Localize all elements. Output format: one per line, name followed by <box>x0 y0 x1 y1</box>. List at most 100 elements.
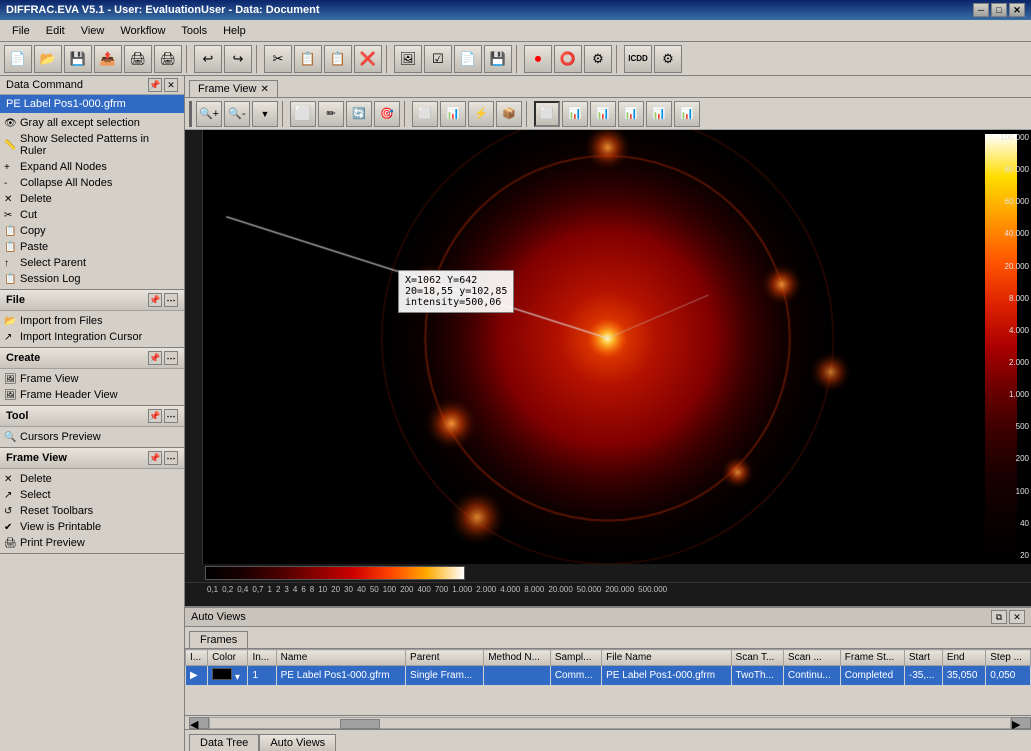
toolbar-undo[interactable]: ↩ <box>194 45 222 73</box>
toolbar-circle[interactable]: ⭕ <box>554 45 582 73</box>
fv-zoom-dropdown[interactable]: ▼ <box>252 101 278 127</box>
fv-fit[interactable]: ⬜ <box>290 101 316 127</box>
minimize-button[interactable]: ─ <box>973 3 989 17</box>
col-i[interactable]: I... <box>186 650 208 666</box>
toolbar-paste[interactable]: 📋 <box>324 45 352 73</box>
tool-more[interactable]: ⋯ <box>164 409 178 423</box>
fv-zoom-out[interactable]: 🔍- <box>224 101 250 127</box>
menu-expand-all[interactable]: +Expand All Nodes <box>0 159 184 175</box>
toolbar-export[interactable]: 📤 <box>94 45 122 73</box>
menu-workflow[interactable]: Workflow <box>112 23 173 39</box>
fv-rotate[interactable]: 🔄 <box>346 101 372 127</box>
menu-file[interactable]: File <box>4 23 38 39</box>
create-pin[interactable]: 📌 <box>148 351 162 365</box>
fv-lightning[interactable]: ⚡ <box>468 101 494 127</box>
col-framest[interactable]: Frame St... <box>840 650 904 666</box>
menu-session-log[interactable]: 📋Session Log <box>0 271 184 287</box>
fv-chart5[interactable]: 📊 <box>646 101 672 127</box>
scroll-right-btn[interactable]: ▶ <box>1011 717 1031 729</box>
fv-chart6[interactable]: 📊 <box>674 101 700 127</box>
menu-tools[interactable]: Tools <box>173 23 215 39</box>
col-filename[interactable]: File Name <box>602 650 731 666</box>
col-scant[interactable]: Scan T... <box>731 650 783 666</box>
col-sample[interactable]: Sampl... <box>550 650 601 666</box>
menu-gray-all[interactable]: 👁Gray all except selection <box>0 115 184 131</box>
close-button[interactable]: ✕ <box>1009 3 1025 17</box>
fv-rect[interactable]: ⬜ <box>412 101 438 127</box>
toolbar-print-preview[interactable]: 🖨 <box>124 45 152 73</box>
col-start[interactable]: Start <box>904 650 942 666</box>
toolbar-record[interactable]: ⏺ <box>524 45 552 73</box>
fv-box[interactable]: 📦 <box>496 101 522 127</box>
toolbar-icdd[interactable]: ICDD <box>624 45 652 73</box>
create-more[interactable]: ⋯ <box>164 351 178 365</box>
tab-frame-view[interactable]: Frame View ✕ <box>189 80 278 97</box>
col-step[interactable]: Step ... <box>986 650 1031 666</box>
toolbar-open[interactable]: 📂 <box>34 45 62 73</box>
menu-copy[interactable]: 📋Copy <box>0 223 184 239</box>
data-command-close[interactable]: ✕ <box>164 78 178 92</box>
av-restore[interactable]: ⧉ <box>991 610 1007 624</box>
bottom-tab-autoviews[interactable]: Auto Views <box>259 734 336 751</box>
fv-chart3[interactable]: 📊 <box>590 101 616 127</box>
toolbar-settings2[interactable]: ⚙ <box>584 45 612 73</box>
menu-collapse-all[interactable]: -Collapse All Nodes <box>0 175 184 191</box>
toolbar-save2[interactable]: 💾 <box>484 45 512 73</box>
file-pin[interactable]: 📌 <box>148 293 162 307</box>
fv-chart[interactable]: 📊 <box>440 101 466 127</box>
data-command-pin[interactable]: 📌 <box>148 78 162 92</box>
tab-close-btn[interactable]: ✕ <box>260 84 268 95</box>
scroll-thumb[interactable] <box>340 719 380 729</box>
fv-zoom-in[interactable]: 🔍+ <box>196 101 222 127</box>
menu-cursors-preview[interactable]: 🔍Cursors Preview <box>0 429 184 445</box>
h-scrollbar[interactable]: ◀ ▶ <box>185 715 1031 729</box>
col-method[interactable]: Method N... <box>484 650 551 666</box>
fv-chart2[interactable]: 📊 <box>562 101 588 127</box>
fv-pin[interactable]: 📌 <box>148 451 162 465</box>
menu-help[interactable]: Help <box>215 23 254 39</box>
maximize-button[interactable]: □ <box>991 3 1007 17</box>
menu-cut[interactable]: ✂Cut <box>0 207 184 223</box>
av-close[interactable]: ✕ <box>1009 610 1025 624</box>
scroll-left-btn[interactable]: ◀ <box>189 717 209 729</box>
fv-chart4[interactable]: 📊 <box>618 101 644 127</box>
menu-fv-printable[interactable]: ✔View is Printable <box>0 519 184 535</box>
toolbar-delete[interactable]: ❌ <box>354 45 382 73</box>
fv-draw[interactable]: ✏ <box>318 101 344 127</box>
toolbar-redo[interactable]: ↪ <box>224 45 252 73</box>
toolbar-settings3[interactable]: ⚙ <box>654 45 682 73</box>
menu-edit[interactable]: Edit <box>38 23 73 39</box>
menu-view[interactable]: View <box>73 23 113 39</box>
frames-tab[interactable]: Frames <box>189 631 248 648</box>
col-end[interactable]: End <box>942 650 985 666</box>
toolbar-copy[interactable]: 📋 <box>294 45 322 73</box>
col-name[interactable]: Name <box>276 650 405 666</box>
scroll-track[interactable] <box>209 717 1011 729</box>
toolbar-save[interactable]: 💾 <box>64 45 92 73</box>
menu-import-cursor[interactable]: ↗Import Integration Cursor <box>0 329 184 345</box>
table-row[interactable]: ▶ ▾ 1 PE Label Pos1-000.gfrm Single Fram… <box>186 666 1031 686</box>
tool-pin[interactable]: 📌 <box>148 409 162 423</box>
col-color[interactable]: Color <box>208 650 248 666</box>
menu-fv-reset[interactable]: ↺Reset Toolbars <box>0 503 184 519</box>
fv-target[interactable]: 🎯 <box>374 101 400 127</box>
menu-fv-delete[interactable]: ✕Delete <box>0 471 184 487</box>
menu-fv-print[interactable]: 🖨Print Preview <box>0 535 184 551</box>
toolbar-check[interactable]: ☑ <box>424 45 452 73</box>
col-scan[interactable]: Scan ... <box>783 650 840 666</box>
col-in[interactable]: In... <box>248 650 276 666</box>
menu-frame-view[interactable]: 🖼Frame View <box>0 371 184 387</box>
toolbar-frame[interactable]: 🖼 <box>394 45 422 73</box>
toolbar-cut[interactable]: ✂ <box>264 45 292 73</box>
file-more[interactable]: ⋯ <box>164 293 178 307</box>
fv-more[interactable]: ⋯ <box>164 451 178 465</box>
menu-fv-select[interactable]: ↗Select <box>0 487 184 503</box>
bottom-tab-datatree[interactable]: Data Tree <box>189 734 259 751</box>
menu-import-files[interactable]: 📂Import from Files <box>0 313 184 329</box>
menu-show-selected[interactable]: 📏Show Selected Patterns in Ruler <box>0 131 184 159</box>
menu-paste[interactable]: 📋Paste <box>0 239 184 255</box>
menu-frame-header[interactable]: 🖼Frame Header View <box>0 387 184 403</box>
toolbar-new[interactable]: 📄 <box>4 45 32 73</box>
col-parent[interactable]: Parent <box>406 650 484 666</box>
menu-delete[interactable]: ✕Delete <box>0 191 184 207</box>
